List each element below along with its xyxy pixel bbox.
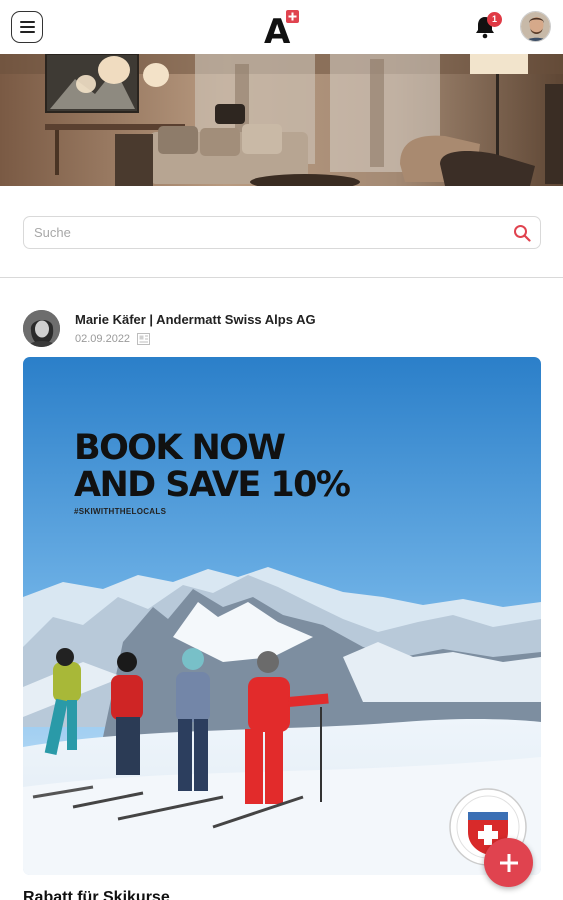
plus-icon [499, 853, 518, 872]
ad-headline-line2: AND SAVE 10% [74, 465, 351, 505]
document-icon [137, 333, 151, 345]
post-meta: 02.09.2022 [75, 333, 151, 345]
author-avatar[interactable] [23, 310, 60, 347]
andermatt-logo[interactable]: A [263, 9, 301, 45]
menu-button[interactable] [11, 11, 43, 43]
post-image[interactable]: BOOK NOW AND SAVE 10% #SKIWITHTHELOCALS [23, 357, 541, 875]
search-icon[interactable] [513, 224, 531, 242]
hamburger-icon-line [19, 31, 35, 33]
hotel-interior-image [0, 54, 563, 186]
hero-image [0, 54, 563, 186]
add-post-button[interactable] [484, 838, 533, 887]
author-avatar-image [23, 310, 60, 347]
user-avatar[interactable] [520, 11, 551, 42]
notification-badge: 1 [487, 12, 502, 27]
search-input[interactable] [34, 217, 504, 247]
ad-hashtag: #SKIWITHTHELOCALS [74, 507, 167, 516]
ad-headline-line1: BOOK NOW [74, 428, 286, 468]
user-avatar-icon [521, 12, 550, 41]
post-title[interactable]: Rabatt für Skikurse [23, 889, 170, 900]
app-screen: A 1 Suche Marie Käfer | Andermatt Swiss … [0, 0, 563, 900]
hamburger-icon-line [19, 21, 35, 23]
top-bar: A 1 [0, 0, 563, 54]
post-date: 02.09.2022 [75, 333, 131, 345]
hamburger-icon-line [19, 26, 35, 28]
section-divider [0, 277, 563, 278]
ad-headline: BOOK NOW AND SAVE 10% [74, 428, 351, 505]
post-author[interactable]: Marie Käfer | Andermatt Swiss Alps AG [75, 312, 316, 327]
search-bar [23, 216, 541, 249]
